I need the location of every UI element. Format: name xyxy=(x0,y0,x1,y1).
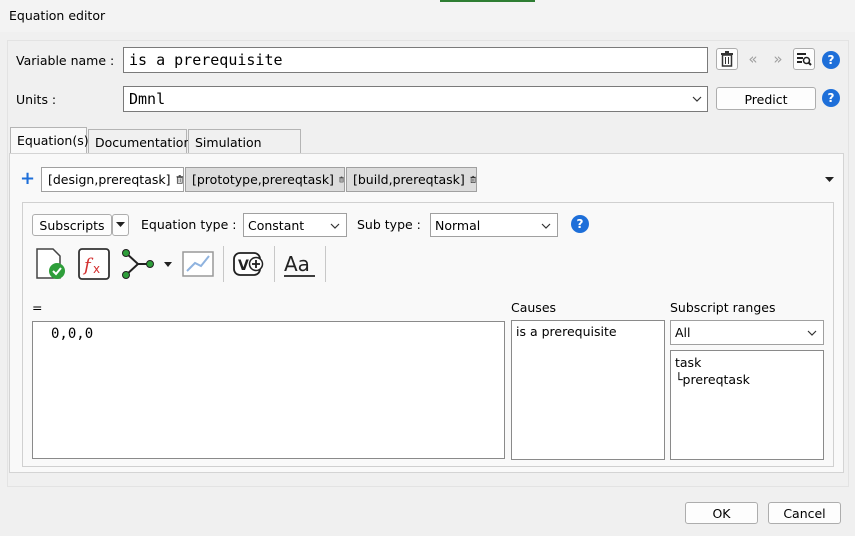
svg-text:V: V xyxy=(238,258,249,274)
subscript-tab[interactable]: [build,prereqtask] xyxy=(346,167,477,192)
units-label: Units : xyxy=(16,92,57,107)
chevron-down-icon xyxy=(692,96,702,102)
equation-textarea[interactable]: 0,0,0 xyxy=(32,321,505,459)
subscript-tab[interactable]: [design,prereqtask] xyxy=(41,167,184,192)
list-item[interactable]: task xyxy=(675,354,819,371)
tab-simulation-range[interactable]: Simulation Range xyxy=(188,129,301,165)
help-icon[interactable]: ? xyxy=(571,215,589,233)
toolbar-separator xyxy=(223,246,224,282)
subscript-ranges-value: All xyxy=(675,325,691,340)
function-icon[interactable]: f x xyxy=(77,247,111,281)
ok-button[interactable]: OK xyxy=(685,502,758,524)
equation-type-value: Constant xyxy=(248,217,305,233)
sub-type-label: Sub type : xyxy=(357,217,421,232)
title-accent xyxy=(440,0,535,2)
window-title: Equation editor xyxy=(9,8,106,23)
svg-text:Aa: Aa xyxy=(284,252,310,276)
title-bar: Equation editor xyxy=(0,0,855,32)
check-document-icon[interactable] xyxy=(33,247,67,281)
find-icon xyxy=(797,53,812,66)
tab-documentation[interactable]: Documentation xyxy=(88,129,191,154)
predict-button[interactable]: Predict xyxy=(716,87,816,110)
subscript-tab-label: [prototype,prereqtask] xyxy=(192,172,334,187)
cancel-button[interactable]: Cancel xyxy=(768,502,841,524)
delete-icon xyxy=(721,51,733,67)
list-item[interactable]: └prereqtask xyxy=(675,371,819,388)
subscript-tab-label: [build,prereqtask] xyxy=(353,172,465,187)
variable-name-label: Variable name : xyxy=(16,53,115,68)
chevron-down-icon xyxy=(116,222,125,227)
chevron-down-icon[interactable] xyxy=(164,262,172,267)
graph-icon[interactable] xyxy=(120,247,154,281)
equation-type-label: Equation type : xyxy=(141,217,237,232)
forward-icon[interactable]: » xyxy=(767,48,789,70)
variable-add-icon[interactable]: V xyxy=(232,247,266,281)
causes-label: Causes xyxy=(511,300,557,315)
tab-equations[interactable]: Equation(s) xyxy=(10,127,89,154)
delete-icon[interactable] xyxy=(470,172,476,187)
subscripts-dropdown[interactable] xyxy=(112,214,129,236)
subscript-tab-label: [design,prereqtask] xyxy=(48,172,171,187)
lookup-icon xyxy=(181,247,215,281)
svg-text:x: x xyxy=(93,262,100,276)
subscript-ranges-label: Subscript ranges xyxy=(670,300,776,315)
subscript-ranges-list[interactable]: task └prereqtask xyxy=(670,350,824,460)
delete-icon[interactable] xyxy=(176,172,184,187)
units-value: Dmnl xyxy=(129,90,166,108)
toolbar-separator xyxy=(325,246,326,282)
variable-name-input[interactable]: is a prerequisite xyxy=(123,47,708,73)
toolbar-separator xyxy=(274,246,275,282)
help-icon[interactable]: ? xyxy=(822,51,840,69)
sub-type-select[interactable]: Normal xyxy=(430,213,558,237)
back-icon[interactable]: « xyxy=(742,48,764,70)
chevron-down-icon xyxy=(541,223,551,229)
find-button[interactable] xyxy=(793,48,815,70)
help-icon[interactable]: ? xyxy=(822,89,840,107)
subscripts-button[interactable]: Subscripts xyxy=(32,214,112,236)
equals-label: = xyxy=(32,300,43,315)
subscript-tab[interactable]: [prototype,prereqtask] xyxy=(185,167,345,192)
list-item[interactable]: is a prerequisite xyxy=(516,324,660,339)
delete-icon[interactable] xyxy=(339,172,344,187)
equation-type-select[interactable]: Constant xyxy=(243,213,347,237)
plus-icon[interactable]: + xyxy=(20,170,35,188)
units-combobox[interactable]: Dmnl xyxy=(123,86,708,112)
causes-list[interactable]: is a prerequisite xyxy=(511,320,665,460)
font-icon[interactable]: Aa xyxy=(283,247,317,281)
chevron-down-icon xyxy=(807,330,817,336)
subscript-ranges-select[interactable]: All xyxy=(670,320,824,345)
sub-type-value: Normal xyxy=(435,217,481,233)
delete-variable-button[interactable] xyxy=(716,48,738,70)
chevron-down-icon xyxy=(330,223,340,229)
tabs-menu-icon[interactable] xyxy=(825,177,834,183)
